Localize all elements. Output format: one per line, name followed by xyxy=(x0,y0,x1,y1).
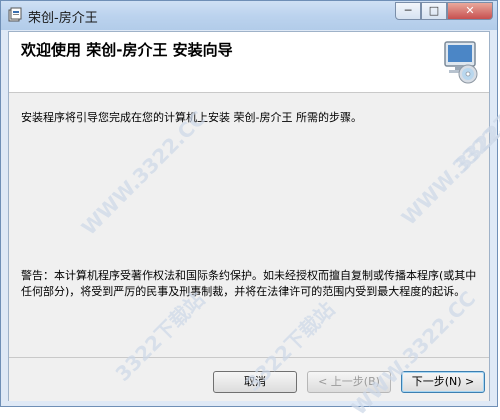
next-button[interactable]: 下一步(N) > xyxy=(401,371,485,393)
intro-text: 安装程序将引导您完成在您的计算机上安装 荣创-房介王 所需的步骤。 xyxy=(21,111,362,124)
wizard-header: 欢迎使用 荣创-房介王 安装向导 xyxy=(9,32,489,93)
page-title: 欢迎使用 荣创-房介王 安装向导 xyxy=(21,41,233,59)
title-bar[interactable]: 荣创-房介王 ─ □ ✕ xyxy=(1,1,497,30)
warning-text: 警告：本计算机程序受著作权法和国际条约保护。如未经授权而擅自复制或传播本程序(或… xyxy=(21,269,477,298)
maximize-button[interactable]: □ xyxy=(421,2,447,20)
close-button[interactable]: ✕ xyxy=(447,2,493,20)
window-title: 荣创-房介王 xyxy=(28,11,98,26)
installer-window: 荣创-房介王 ─ □ ✕ 欢迎使用 荣创-房介王 安装向导 安装程序将引导您完成… xyxy=(0,0,500,420)
minimize-button[interactable]: ─ xyxy=(395,2,421,20)
app-icon xyxy=(8,7,22,22)
computer-disc-icon xyxy=(444,41,478,84)
